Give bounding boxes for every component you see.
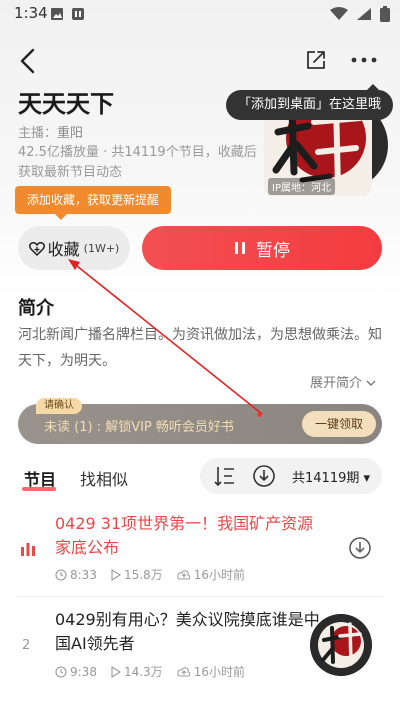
podcast-stats: 42.5亿播放量 · 共14119个节目，收藏后 获取最新节目动态 [18, 143, 258, 183]
wifi-icon [330, 7, 348, 20]
episode-meta: 9:38 14.3万 16小时前 [55, 663, 245, 680]
tab-similar[interactable]: 找相似 [80, 466, 128, 490]
vip-banner-text: 未读 (1) : 解锁VIP 畅听会员好书 [44, 420, 234, 435]
host-label: 主播： [18, 126, 58, 141]
mini-player-cover-image [310, 614, 372, 676]
episode-title: 0429 31项世界第一！我国矿产资源家底公布 [55, 514, 314, 557]
publish-time-value: 16小时前 [193, 665, 245, 679]
favorite-button[interactable]: 收藏 (1W+) [18, 226, 130, 270]
host-name[interactable]: 重阳 [57, 126, 83, 141]
upload-icon [176, 569, 190, 579]
play-icon [111, 665, 121, 678]
download-icon[interactable] [348, 536, 372, 560]
intro-text: 河北新闻广播名牌栏目。为资讯做加法，为思想做乘法。知天下，为明天。 [18, 327, 382, 369]
mini-player[interactable] [310, 614, 372, 676]
publish-time: 16小时前 [176, 663, 245, 680]
podcast-title: 天天天下 [18, 90, 114, 118]
ip-location-label: IP属地：河北 [268, 178, 335, 195]
play-count-value: 14.3万 [123, 665, 163, 679]
clock-icon [55, 568, 67, 581]
heart-plus-icon [28, 241, 45, 256]
duration: 8:33 [55, 568, 97, 582]
play-count-value: 15.8万 [123, 568, 163, 582]
divider [18, 596, 382, 597]
add-to-desktop-tooltip[interactable]: 「添加到桌面」在这里哦 [226, 84, 394, 120]
duration-value: 9:38 [70, 664, 97, 679]
favorite-count: (1W+) [83, 241, 120, 255]
duration-value: 8:33 [70, 567, 97, 582]
chevron-down-icon [366, 380, 376, 386]
intro-heading: 简介 [18, 298, 54, 319]
episode-number: 2 [22, 638, 31, 653]
batch-download-icon[interactable] [252, 464, 276, 488]
favorite-hint-tooltip: 添加收藏，获取更新提醒 [15, 186, 172, 220]
nav-bar [0, 40, 400, 80]
stats-line-2: 获取最新节目动态 [18, 165, 123, 180]
expand-intro-link[interactable]: 展开简介 [310, 372, 376, 391]
play-icon [111, 568, 121, 581]
episode-item[interactable]: 0429 31项世界第一！我国矿产资源家底公布 8:33 15.8万 16小时前 [0, 508, 400, 594]
back-arrow-icon[interactable] [14, 46, 44, 76]
clock-icon [55, 665, 67, 678]
stats-line-1: 42.5亿播放量 · 共14119个节目，收藏后 [18, 145, 257, 160]
duration: 9:38 [55, 665, 97, 679]
publish-time: 16小时前 [176, 566, 245, 583]
pause-label: 暂停 [256, 240, 290, 261]
vip-confirm-badge: 请确认 [36, 398, 82, 414]
image-notification-icon [51, 8, 63, 20]
status-time: 1:34 [14, 4, 48, 22]
episode-meta: 8:33 15.8万 16小时前 [55, 566, 245, 583]
playing-indicator-icon [21, 543, 35, 556]
publish-time-value: 16小时前 [193, 568, 245, 582]
sort-order-icon[interactable] [214, 465, 236, 487]
pause-icon [235, 242, 245, 254]
system-icons [330, 6, 390, 22]
upload-icon [176, 666, 190, 676]
favorite-label: 收藏 [47, 240, 80, 259]
status-bar: 1:34 [0, 0, 400, 28]
play-count: 15.8万 [111, 566, 163, 583]
play-count: 14.3万 [111, 663, 163, 680]
signal-icon [357, 8, 371, 20]
app-notification-icon [72, 8, 84, 20]
expand-intro-label: 展开简介 [310, 376, 363, 391]
share-icon[interactable] [302, 46, 330, 74]
battery-icon [380, 6, 390, 22]
claim-button[interactable]: 一键领取 [302, 411, 376, 437]
host-line: 主播：重阳 [18, 122, 83, 141]
more-options-icon[interactable] [348, 46, 380, 74]
tab-active-indicator [22, 487, 56, 491]
pause-button[interactable]: 暂停 [142, 226, 382, 270]
episode-count-dropdown[interactable]: 共14119期 ▾ [292, 467, 370, 486]
episode-title: 0429别有用心？美众议院摸底谁是中国AI领先者 [55, 610, 320, 653]
unread-dot [257, 412, 262, 417]
